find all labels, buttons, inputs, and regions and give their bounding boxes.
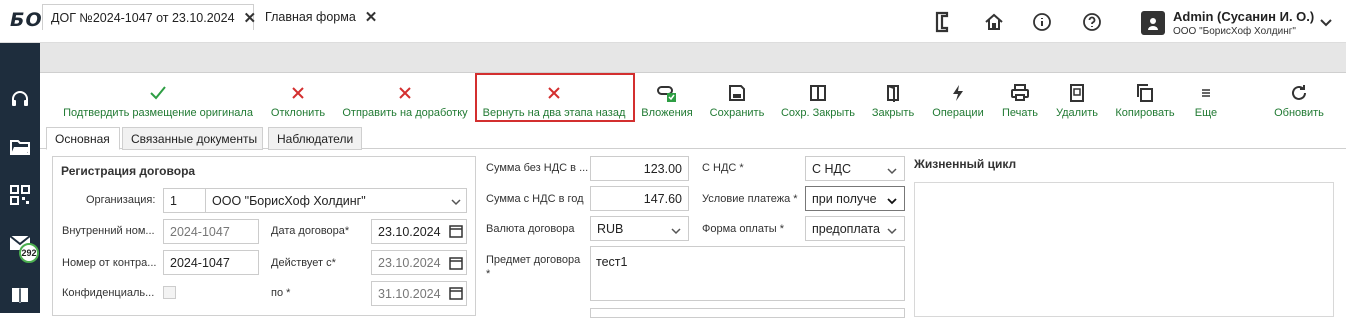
chevron-down-icon [886, 223, 898, 241]
reject-button[interactable]: Отклонить [265, 77, 331, 129]
internal-number-label: Внутренний ном... [62, 225, 155, 237]
chevron-down-icon [450, 194, 462, 212]
more-button[interactable]: Еще [1188, 77, 1224, 129]
paperclip-icon [655, 80, 679, 106]
chevron-down-icon [670, 223, 682, 241]
delete-button[interactable]: Удалить [1052, 77, 1102, 129]
return-two-steps-button[interactable]: Вернуть на два этапа назад [479, 77, 629, 129]
chevron-down-icon [886, 163, 898, 181]
close-icon [547, 80, 561, 106]
tab-related-docs[interactable]: Связанные документы [122, 127, 263, 150]
close-icon [291, 80, 305, 106]
save-close-button[interactable]: Сохр. Закрыть [778, 77, 858, 129]
close-icon[interactable]: ✕ [244, 9, 257, 27]
menu-icon [1200, 80, 1212, 106]
qr-code-icon[interactable] [8, 183, 32, 207]
tab-label: Главная форма [265, 10, 356, 24]
counterparty-number-label: Номер от контра... [62, 257, 157, 269]
tab-observers[interactable]: Наблюдатели [268, 127, 362, 150]
org-label: Организация: [86, 194, 156, 206]
home-icon[interactable] [982, 10, 1006, 34]
required-mark: * [486, 268, 491, 280]
lifecycle-title: Жизненный цикл [914, 157, 1017, 171]
mail-count-badge: 292 [19, 243, 39, 263]
payment-condition-label: Условие платежа * [702, 193, 798, 205]
confidential-checkbox[interactable] [163, 286, 176, 299]
info-icon[interactable] [1030, 10, 1054, 34]
vat-label: С НДС * [702, 162, 744, 174]
user-org: ООО "БорисХоф Холдинг" [1173, 26, 1296, 37]
save-button[interactable]: Сохранить [706, 77, 768, 129]
next-field[interactable] [590, 308, 905, 318]
refresh-button[interactable]: Обновить [1268, 77, 1330, 129]
subject-label: Предмет договора [486, 254, 581, 266]
close-icon [398, 80, 412, 106]
save-icon [728, 80, 746, 106]
counterparty-number-field[interactable]: 2024-1047 [163, 250, 259, 275]
contract-date-label: Дата договора* [271, 225, 350, 237]
folder-icon[interactable] [8, 135, 32, 159]
tab-contract[interactable]: ДОГ №2024-1047 от 23.10.2024 ✕ [42, 4, 257, 30]
lightning-icon [949, 80, 967, 106]
calendar-icon[interactable] [449, 256, 463, 275]
currency-label: Валюта договора [486, 223, 575, 235]
phone-icon[interactable] [930, 10, 954, 34]
close-icon[interactable]: ✕ [365, 8, 378, 26]
chevron-down-icon[interactable] [1314, 11, 1338, 35]
close-button[interactable]: Закрыть [866, 77, 920, 129]
calendar-icon[interactable] [449, 286, 463, 305]
valid-to-label: по * [271, 287, 291, 299]
print-button[interactable]: Печать [996, 77, 1044, 129]
org-select[interactable]: ООО "БорисХоф Холдинг" [205, 188, 467, 213]
internal-number-field: 2024-1047 [163, 219, 259, 244]
save-close-icon [809, 80, 827, 106]
valid-from-label: Действует с* [271, 257, 336, 269]
lifecycle-panel [914, 182, 1334, 317]
door-icon [885, 80, 901, 106]
section-title: Регистрация договора [61, 164, 196, 178]
copy-icon [1136, 80, 1154, 106]
amount-with-vat-field[interactable]: 147.60 [590, 186, 689, 211]
delete-doc-icon [1069, 80, 1085, 106]
left-sidebar [0, 43, 40, 313]
confirm-original-button[interactable]: Подтвердить размещение оригинала [60, 77, 256, 129]
refresh-icon [1289, 80, 1309, 106]
send-for-revision-button[interactable]: Отправить на доработку [340, 77, 470, 129]
printer-icon [1010, 80, 1030, 106]
headset-icon[interactable] [8, 87, 32, 111]
tab-main-form[interactable]: Главная форма ✕ [257, 4, 381, 30]
operations-button[interactable]: Операции [928, 77, 988, 129]
avatar[interactable] [1141, 11, 1165, 35]
tab-label: ДОГ №2024-1047 от 23.10.2024 [51, 10, 235, 25]
confidential-label: Конфиденциаль... [62, 287, 155, 299]
attachments-button[interactable]: Вложения [638, 77, 696, 129]
amount-with-vat-label: Сумма с НДС в год [486, 193, 584, 205]
payment-form-label: Форма оплаты * [702, 223, 784, 235]
chevron-down-icon [886, 193, 898, 211]
amount-no-vat-field[interactable]: 123.00 [590, 156, 689, 181]
subject-textarea[interactable]: тест1 [590, 246, 905, 301]
org-code-field[interactable]: 1 [163, 188, 206, 213]
book-icon[interactable] [8, 283, 32, 307]
page-tab-bar [40, 43, 1346, 73]
tab-main[interactable]: Основная [46, 127, 120, 150]
user-name[interactable]: Admin (Сусанин И. О.) [1173, 9, 1314, 24]
copy-button[interactable]: Копировать [1110, 77, 1180, 129]
calendar-icon[interactable] [449, 224, 463, 243]
help-icon[interactable] [1080, 10, 1104, 34]
amount-no-vat-label: Сумма без НДС в ... [486, 162, 589, 174]
check-icon [149, 80, 167, 106]
